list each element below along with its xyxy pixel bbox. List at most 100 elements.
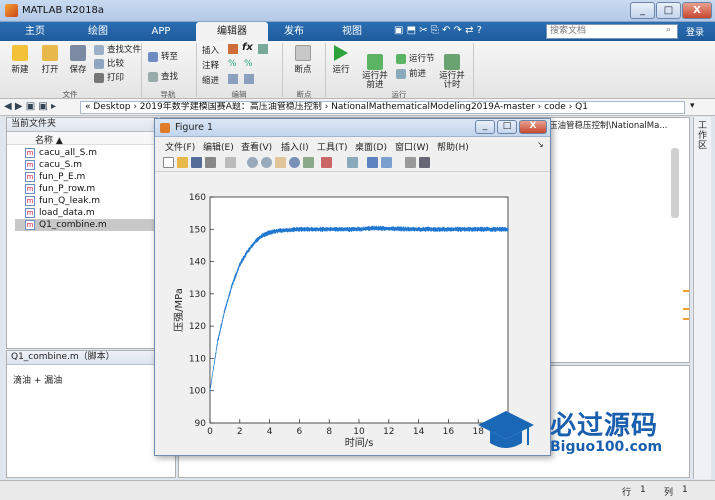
pan-icon[interactable]	[275, 157, 286, 168]
current-folder-panel: 当前文件夹 名称 ▲ m cacu_all_S.m m cacu_S.m m fun_…	[6, 117, 165, 349]
goto-button[interactable]: 转至	[148, 51, 178, 63]
address-bar: ◀ ▶ ▣ ▣ ▸ « Desktop › 2019年数学建模国赛A题：高压油管…	[0, 99, 715, 116]
insert-button[interactable]: 插入	[202, 44, 219, 56]
tab-editor[interactable]: 编辑器	[196, 22, 268, 41]
run-time-button[interactable]: 运行并 计时	[436, 45, 468, 90]
breakpoint-button[interactable]: 断点	[288, 45, 318, 75]
group-nav-label: 导航	[160, 90, 176, 99]
tab-home[interactable]: 主页	[6, 22, 64, 41]
run-button[interactable]: 运行	[326, 45, 356, 75]
print-figure-icon[interactable]	[205, 157, 216, 168]
editor-scrollbar[interactable]	[671, 148, 679, 218]
x-tick-label: 16	[443, 427, 455, 437]
y-tick-label: 150	[189, 225, 206, 235]
path-breadcrumb[interactable]: « Desktop › 2019年数学建模国赛A题：高压油管稳压控制 › Nat…	[80, 101, 685, 114]
indent-button[interactable]: 缩进	[202, 74, 219, 86]
menu-desktop[interactable]: 桌面(D)	[355, 140, 387, 153]
link-icon[interactable]	[347, 157, 358, 168]
rotate-icon[interactable]	[289, 157, 300, 168]
graduation-cap-icon	[476, 407, 536, 457]
col-value: 1	[682, 485, 688, 495]
file-item[interactable]: m cacu_S.m	[25, 159, 82, 171]
save-button[interactable]: 保存	[64, 45, 92, 75]
tab-plots[interactable]: 绘图	[68, 22, 128, 41]
file-item[interactable]: m cacu_all_S.m	[25, 147, 97, 159]
file-item[interactable]: m fun_P_row.m	[25, 183, 95, 195]
compare-icon	[94, 59, 104, 69]
legend-icon[interactable]	[381, 157, 392, 168]
minimize-button[interactable]: _	[630, 2, 655, 19]
tab-publish[interactable]: 发布	[268, 22, 320, 41]
mfile-icon: m	[25, 196, 35, 206]
goto-icon	[148, 52, 158, 62]
run-advance-button[interactable]: 运行并 前进	[358, 45, 392, 90]
menu-dock-icon[interactable]: ↘	[537, 140, 544, 149]
maximize-button[interactable]: □	[656, 2, 681, 19]
menu-help[interactable]: 帮助(H)	[437, 140, 469, 153]
fx-button[interactable]: fx	[242, 42, 253, 53]
figure-title: Figure 1	[175, 122, 214, 133]
toolbar-icons[interactable]: ▣ ⬒ ✂ ⎘ ↶ ↷ ⇄ ?	[394, 25, 482, 36]
find-files-button[interactable]: 查找文件	[94, 44, 141, 56]
x-tick-label: 4	[267, 427, 273, 437]
file-item-selected[interactable]: m Q1_combine.m	[15, 219, 165, 231]
menu-insert[interactable]: 插入(I)	[281, 140, 309, 153]
login-link[interactable]: 登录	[686, 25, 704, 38]
open-file-icon[interactable]	[177, 157, 188, 168]
outdent-icon[interactable]	[244, 74, 254, 84]
advance-button[interactable]: 前进	[396, 68, 426, 80]
menu-view[interactable]: 查看(V)	[241, 140, 272, 153]
watermark: 必过源码 Biguo100.com	[470, 405, 715, 465]
matlab-logo-icon	[5, 4, 18, 17]
x-tick-label: 10	[353, 427, 365, 437]
zoom-in-icon[interactable]	[247, 157, 258, 168]
uncomment-icon[interactable]: %	[244, 59, 253, 69]
menu-file[interactable]: 文件(F)	[165, 140, 195, 153]
show-plot-tools-icon[interactable]	[419, 157, 430, 168]
file-item[interactable]: m fun_P_E.m	[25, 171, 85, 183]
nav-arrows-icon[interactable]: ◀ ▶ ▣ ▣ ▸	[4, 101, 56, 112]
editor-tab[interactable]: 压油管稳压控制\NationalMa...	[549, 119, 689, 131]
group-run-label: 运行	[391, 90, 407, 99]
menu-tools[interactable]: 工具(T)	[317, 140, 348, 153]
advance-icon	[396, 69, 406, 79]
comment-toggle-icon[interactable]: %	[228, 59, 237, 69]
new-button[interactable]: 新建	[6, 45, 34, 75]
open-button[interactable]: 打开	[36, 45, 64, 75]
mfile-icon: m	[25, 148, 35, 158]
column-name-header[interactable]: 名称 ▲	[35, 133, 63, 146]
brush-icon[interactable]	[321, 157, 332, 168]
hide-plot-tools-icon[interactable]	[405, 157, 416, 168]
figure-maximize-button[interactable]: □	[497, 120, 517, 134]
figure-minimize-button[interactable]: _	[475, 120, 495, 134]
file-item[interactable]: m fun_Q_leak.m	[25, 195, 100, 207]
search-input[interactable]: 搜索文档	[546, 24, 678, 39]
indent-icon[interactable]	[228, 74, 238, 84]
run-section-button[interactable]: 运行节	[396, 53, 435, 65]
new-figure-icon[interactable]	[163, 157, 174, 168]
compare-button[interactable]: 比较	[94, 58, 124, 70]
insert-icon[interactable]	[228, 44, 238, 54]
close-button[interactable]: X	[682, 2, 712, 19]
path-dropdown-icon[interactable]: ▾	[690, 101, 695, 111]
insert-section-icon[interactable]	[258, 44, 268, 54]
comment-button[interactable]: 注释	[202, 59, 219, 71]
menu-edit[interactable]: 编辑(E)	[203, 140, 234, 153]
tab-view[interactable]: 视图	[326, 22, 378, 41]
file-item[interactable]: m load_data.m	[25, 207, 95, 219]
divider	[282, 43, 283, 97]
title-bar: MATLAB R2018a _ □ X	[0, 0, 715, 22]
data-cursor-icon[interactable]	[303, 157, 314, 168]
zoom-out-icon[interactable]	[261, 157, 272, 168]
search-icon[interactable]: ⌕	[666, 25, 671, 35]
figure-close-button[interactable]: X	[519, 120, 547, 134]
tab-apps[interactable]: APP	[132, 22, 190, 41]
menu-window[interactable]: 窗口(W)	[395, 140, 429, 153]
colorbar-icon[interactable]	[367, 157, 378, 168]
find-button[interactable]: 查找	[148, 71, 178, 83]
group-breakpoint-label: 断点	[296, 90, 312, 99]
save-figure-icon[interactable]	[191, 157, 202, 168]
print-button[interactable]: 打印	[94, 72, 124, 84]
pointer-icon[interactable]	[225, 157, 236, 168]
run-advance-icon	[367, 54, 383, 70]
